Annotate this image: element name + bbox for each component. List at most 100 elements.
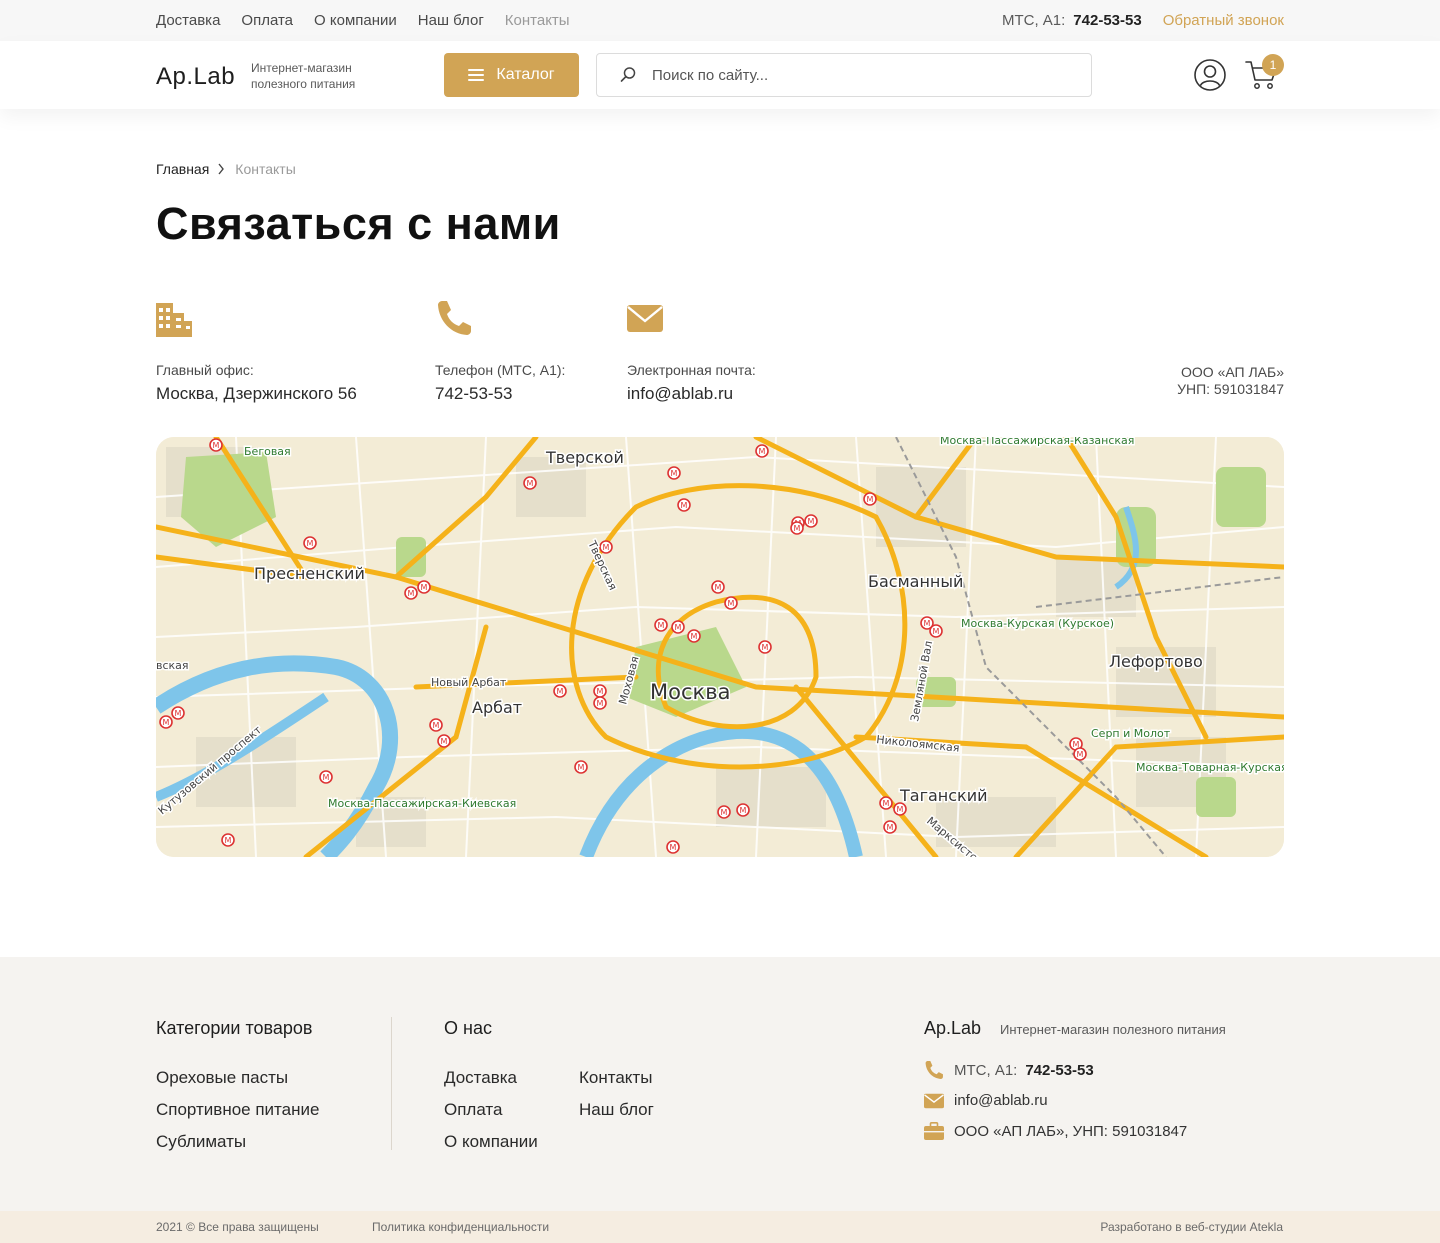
footer-email-link[interactable]: info@ablab.ru: [954, 1092, 1048, 1109]
footer-phone-link[interactable]: 742-53-53: [1025, 1062, 1093, 1079]
svg-text:М: М: [1077, 750, 1084, 759]
callback-link[interactable]: Обратный звонок: [1163, 12, 1284, 29]
header-tagline: Интернет-магазин полезного питания: [251, 61, 356, 91]
top-operators: МТС, А1:: [1001, 12, 1066, 29]
svg-text:М: М: [175, 709, 182, 718]
top-nav-blog[interactable]: Наш блог: [418, 12, 484, 29]
svg-text:М: М: [762, 643, 769, 652]
company-info: ООО «АП ЛАБ» УНП: 591031847: [1177, 364, 1284, 398]
contact-office: Главный офис: Москва, Дзержинского 56: [156, 298, 357, 404]
svg-text:М: М: [421, 583, 428, 592]
footer-phone-row: МТС, А1: 742-53-53: [924, 1060, 1094, 1080]
map-label-novy-arbat: Новый Арбат: [431, 676, 507, 689]
breadcrumb: Главная Контакты: [156, 161, 296, 177]
menu-icon: [468, 69, 485, 81]
top-nav-payment[interactable]: Оплата: [241, 12, 293, 29]
svg-text:М: М: [728, 599, 735, 608]
breadcrumb-current: Контакты: [235, 161, 296, 177]
contact-email: Электронная почта: info@ablab.ru: [627, 298, 756, 404]
svg-text:М: М: [433, 721, 440, 730]
svg-text:М: М: [597, 687, 604, 696]
svg-text:М: М: [794, 524, 801, 533]
page-title: Связаться с нами: [156, 198, 561, 249]
map-label-tverskoy: Тверской: [545, 448, 624, 467]
footer-link-contacts[interactable]: Контакты: [579, 1068, 652, 1088]
privacy-policy-link[interactable]: Политика конфиденциальности: [372, 1220, 549, 1234]
top-nav: Доставка Оплата О компании Наш блог Конт…: [156, 12, 570, 29]
logo[interactable]: Ap.Lab: [156, 63, 235, 91]
footer-about-title: О нас: [444, 1018, 492, 1038]
footer-operators: МТС, А1:: [954, 1061, 1018, 1079]
office-label: Главный офис:: [156, 362, 254, 378]
phone-value[interactable]: 742-53-53: [435, 384, 565, 404]
office-address: Москва, Дзержинского 56: [156, 384, 357, 403]
footer-categories-title: Категории товаров: [156, 1018, 313, 1038]
svg-text:М: М: [675, 623, 682, 632]
svg-text:М: М: [808, 517, 815, 526]
svg-text:М: М: [670, 843, 677, 852]
footer-category-sport[interactable]: Спортивное питание: [156, 1100, 319, 1120]
svg-text:М: М: [658, 621, 665, 630]
map-label-presnensky: Пресненский: [254, 564, 365, 583]
svg-text:М: М: [323, 773, 330, 782]
svg-text:М: М: [924, 619, 931, 628]
top-contacts: МТС, А1: 742-53-53 Обратный звонок: [1002, 12, 1284, 29]
svg-text:М: М: [691, 632, 698, 641]
footer-tagline: Интернет-магазин полезного питания: [1000, 1022, 1226, 1037]
map-label-begovaya: Беговая: [244, 445, 291, 458]
footer-link-payment[interactable]: Оплата: [444, 1100, 502, 1120]
top-nav-contacts[interactable]: Контакты: [505, 12, 570, 29]
catalog-button-label: Каталог: [496, 66, 555, 83]
top-phone-link[interactable]: 742-53-53: [1073, 12, 1141, 29]
map[interactable]: М М М М М М М М М М М М М М М М М М М М …: [156, 437, 1284, 857]
svg-text:М: М: [307, 539, 314, 548]
search-icon[interactable]: [619, 66, 637, 84]
briefcase-icon: [924, 1122, 944, 1140]
breadcrumb-home[interactable]: Главная: [156, 161, 209, 177]
svg-text:М: М: [408, 589, 415, 598]
footer-company: ООО «АП ЛАБ», УНП: 591031847: [954, 1122, 1188, 1140]
map-label-kazanskaya: Москва-Пассажирская-Казанская: [940, 437, 1134, 447]
footer-category-nut-pastes[interactable]: Ореховые пасты: [156, 1068, 288, 1088]
search-box: [596, 53, 1092, 97]
svg-text:М: М: [681, 501, 688, 510]
svg-text:М: М: [163, 718, 170, 727]
svg-text:М: М: [740, 806, 747, 815]
catalog-button[interactable]: Каталог: [444, 53, 579, 97]
user-icon[interactable]: [1194, 59, 1226, 91]
svg-text:М: М: [883, 799, 890, 808]
footer-divider: [391, 1017, 392, 1150]
building-icon: [156, 303, 192, 337]
map-label-moscow: Москва: [650, 680, 730, 704]
map-label-kievskaya: Москва-Пассажирская-Киевская: [328, 797, 516, 810]
map-label-arbat: Арбат: [472, 698, 522, 717]
top-nav-delivery[interactable]: Доставка: [156, 12, 220, 29]
svg-text:М: М: [597, 699, 604, 708]
top-bar: Доставка Оплата О компании Наш блог Конт…: [0, 0, 1440, 41]
footer-category-sublimates[interactable]: Сублиматы: [156, 1132, 246, 1152]
map-label-edge: вская: [156, 659, 189, 672]
map-label-tagansky: Таганский: [899, 786, 988, 805]
footer-link-delivery[interactable]: Доставка: [444, 1068, 517, 1088]
developer-link[interactable]: Разработано в веб-студии Atekla: [1100, 1220, 1283, 1234]
svg-text:М: М: [441, 737, 448, 746]
phone-label: Телефон (МТС, А1):: [435, 362, 566, 378]
search-input[interactable]: [652, 64, 1072, 86]
footer-link-blog[interactable]: Наш блог: [579, 1100, 654, 1120]
footer: Категории товаров Ореховые пасты Спортив…: [0, 957, 1440, 1211]
svg-text:М: М: [759, 447, 766, 456]
svg-text:М: М: [721, 808, 728, 817]
email-value[interactable]: info@ablab.ru: [627, 384, 756, 404]
map-label-serp-i-molot: Серп и Молот: [1091, 727, 1171, 740]
svg-text:М: М: [867, 495, 874, 504]
company-unp: УНП: 591031847: [1177, 381, 1284, 397]
envelope-icon: [924, 1093, 944, 1108]
header: Ap.Lab Интернет-магазин полезного питани…: [0, 41, 1440, 109]
svg-text:М: М: [557, 687, 564, 696]
footer-link-about[interactable]: О компании: [444, 1132, 538, 1152]
map-label-kurskaya: Москва-Курская (Курское): [961, 617, 1114, 630]
map-label-basmanny: Басманный: [868, 572, 963, 591]
top-nav-about[interactable]: О компании: [314, 12, 397, 29]
footer-logo: Ap.Lab: [924, 1018, 982, 1038]
cart-count-badge: 1: [1262, 54, 1284, 76]
